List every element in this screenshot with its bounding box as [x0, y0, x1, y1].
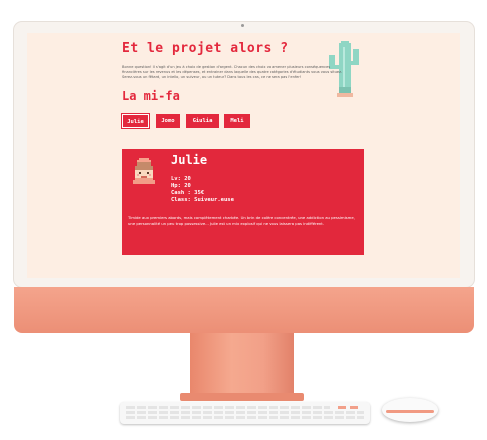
- mouse: [382, 398, 438, 422]
- key-accent: [350, 406, 358, 409]
- stat-cash: Cash : 35€: [171, 190, 205, 196]
- mouse-stripe: [386, 410, 434, 413]
- tab-giulia[interactable]: Giulia: [186, 114, 219, 128]
- stat-class: Class: Suiveur.euse: [171, 197, 234, 203]
- tab-julie[interactable]: Julie: [122, 114, 149, 128]
- keyboard: [120, 402, 370, 424]
- key-row: [126, 406, 330, 409]
- character-card: Julie Lv: 20 Hp: 20 Cash : 35€ Class: Su…: [122, 149, 364, 255]
- page-title: Et le projet alors ?: [122, 41, 289, 56]
- tab-jomo[interactable]: Jomo: [156, 114, 180, 128]
- key-accent: [338, 406, 346, 409]
- tab-meli[interactable]: Meli: [224, 114, 250, 128]
- screen: Et le projet alors ? Bonne question! Il …: [27, 33, 460, 278]
- intro-paragraph: Bonne question! Il s'agit d'un jeu à cho…: [122, 65, 343, 80]
- section-title: La mi-fa: [122, 89, 180, 103]
- stat-level: Lv: 20: [171, 176, 191, 182]
- character-stats: Lv: 20 Hp: 20 Cash : 35€ Class: Suiveur.…: [171, 176, 234, 204]
- camera-icon: [241, 24, 244, 27]
- monitor-foot: [180, 393, 304, 401]
- character-name: Julie: [171, 153, 208, 167]
- key-row: [126, 416, 364, 419]
- stat-hp: Hp: 20: [171, 183, 191, 189]
- monitor-stand: [190, 333, 294, 395]
- character-description: Timide aux premiers abords, mais complèt…: [128, 215, 355, 226]
- character-avatar-icon: [133, 158, 155, 184]
- key-row: [126, 411, 364, 414]
- monitor-chin: [14, 287, 474, 333]
